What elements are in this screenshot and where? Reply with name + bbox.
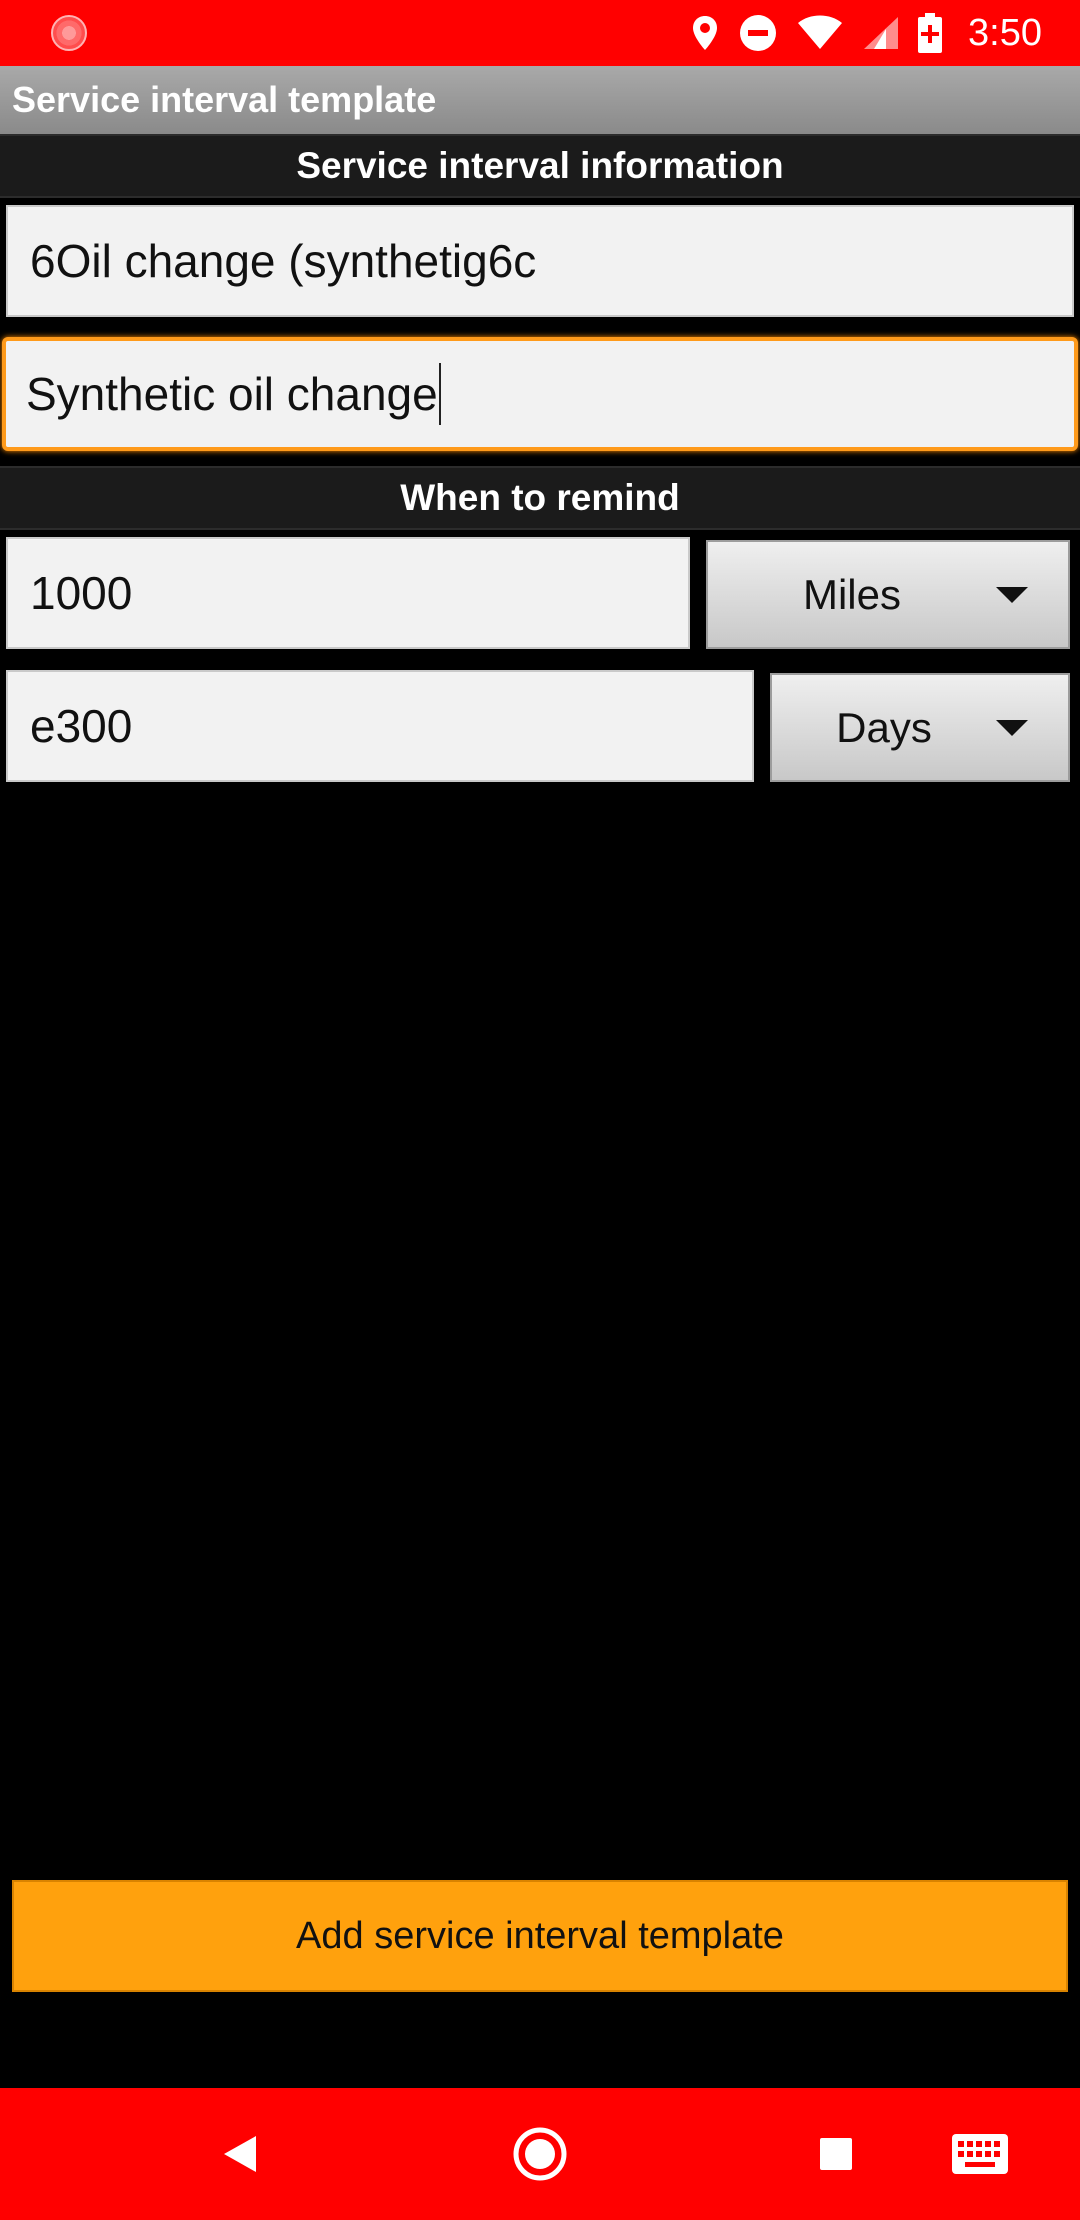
home-icon (513, 2127, 567, 2181)
recents-icon (820, 2138, 852, 2170)
time-value: e300 (30, 700, 133, 752)
back-icon (224, 2136, 256, 2172)
text-cursor (438, 363, 441, 425)
status-bar: 3:50 (0, 0, 1080, 66)
time-unit-label: Days (836, 703, 932, 751)
battery-charging-icon (918, 13, 943, 53)
back-button[interactable] (200, 2088, 280, 2220)
interval-name-value: 6Oil change (synthetig6c (30, 235, 537, 287)
keyboard-button[interactable] (942, 2088, 1018, 2220)
wifi-icon (798, 15, 843, 49)
distance-value: 1000 (30, 567, 133, 619)
app-notification-icon (51, 15, 87, 51)
interval-name-field[interactable]: 6Oil change (synthetig6c (6, 205, 1074, 317)
clock: 3:50 (968, 11, 1042, 54)
location-icon (693, 16, 718, 50)
page-title: Service interval template (0, 66, 1080, 134)
section-header-remind: When to remind (0, 466, 1080, 530)
chevron-down-icon (996, 586, 1028, 603)
recents-button[interactable] (796, 2088, 876, 2220)
distance-field[interactable]: 1000 (6, 537, 690, 649)
navigation-bar (0, 2088, 1080, 2220)
add-template-button[interactable]: Add service interval template (12, 1880, 1068, 1992)
section-header-info: Service interval information (0, 134, 1080, 198)
cell-signal-icon (864, 17, 899, 49)
distance-unit-label: Miles (802, 570, 901, 618)
distance-unit-spinner[interactable]: Miles (706, 540, 1070, 649)
interval-description-field[interactable]: Synthetic oil change (2, 337, 1078, 451)
status-icons: 3:50 (690, 0, 1042, 66)
chevron-down-icon (996, 719, 1028, 736)
do-not-disturb-icon (740, 15, 777, 51)
time-field[interactable]: e300 (6, 670, 754, 782)
home-button[interactable] (500, 2088, 580, 2220)
keyboard-icon (952, 2134, 1008, 2174)
interval-description-value: Synthetic oil change (26, 368, 438, 420)
time-unit-spinner[interactable]: Days (770, 673, 1070, 782)
